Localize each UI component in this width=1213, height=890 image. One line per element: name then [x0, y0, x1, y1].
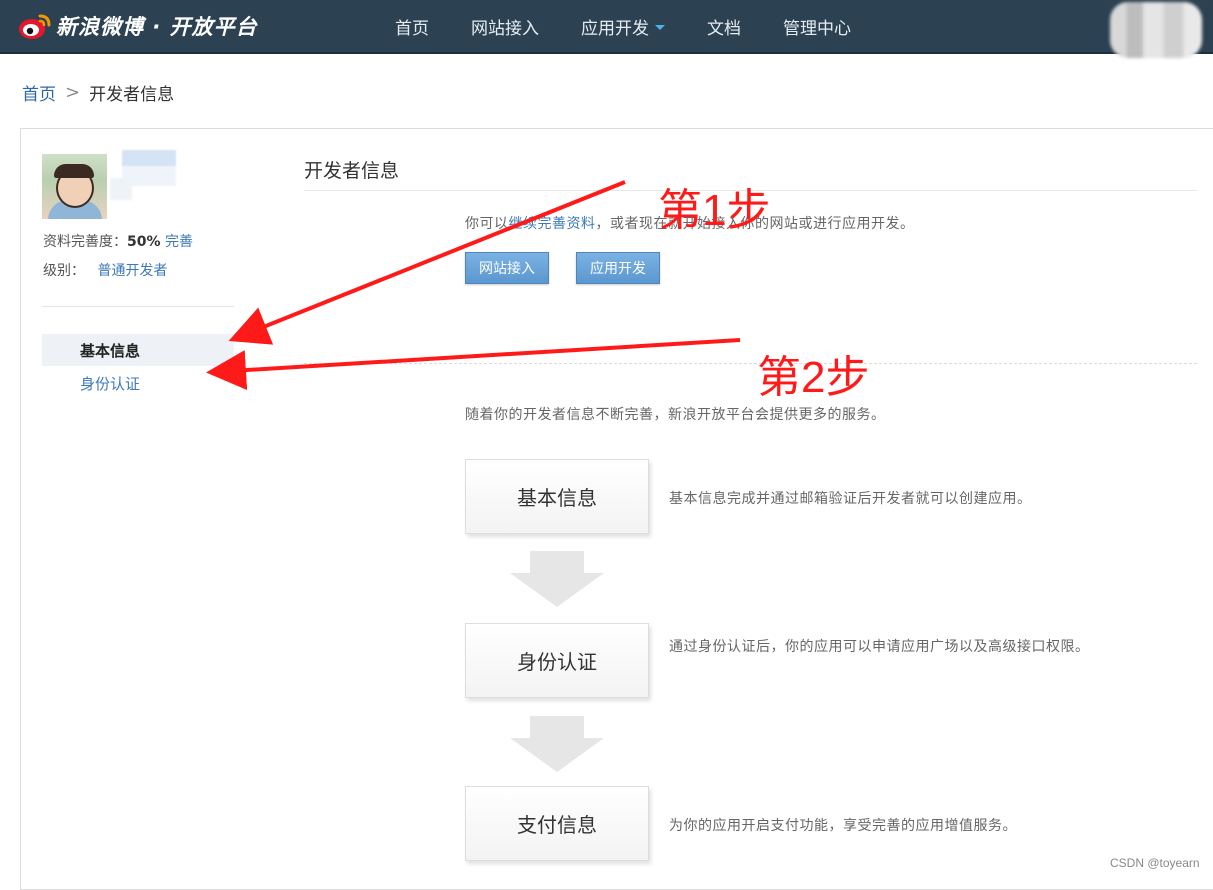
breadcrumb-home[interactable]: 首页	[22, 80, 56, 105]
step-basic-info: 基本信息	[465, 459, 649, 534]
sidebar-item-identity-verification[interactable]: 身份认证	[42, 367, 234, 399]
nav-home[interactable]: 首页	[395, 14, 429, 39]
avatar-hair	[54, 164, 94, 178]
main-nav: 首页 网站接入 应用开发 文档 管理中心	[395, 0, 893, 52]
nav-docs[interactable]: 文档	[707, 14, 741, 39]
down-arrow-icon	[510, 716, 604, 772]
nav-app-development-label: 应用开发	[581, 18, 649, 39]
page-title: 开发者信息	[304, 160, 400, 182]
avatar[interactable]	[42, 154, 107, 219]
chevron-down-icon	[655, 25, 665, 30]
profile-level: 级别： 普通开发者	[43, 260, 167, 280]
level-value[interactable]: 普通开发者	[97, 263, 167, 279]
top-navigation-bar: 新浪微博 · 开放平台 首页 网站接入 应用开发 文档 管理中心	[0, 0, 1213, 58]
sidebar-divider	[42, 306, 234, 307]
intro-prefix: 你可以	[465, 216, 509, 232]
annotation-step2: 第2步	[757, 353, 870, 402]
nav-management-center[interactable]: 管理中心	[783, 14, 851, 39]
completeness-label: 资料完善度：	[43, 234, 127, 250]
app-development-button[interactable]: 应用开发	[576, 252, 660, 284]
annotation-step1: 第1步	[658, 186, 771, 235]
sidebar-item-basic-info[interactable]: 基本信息	[42, 334, 234, 366]
website-access-button[interactable]: 网站接入	[465, 252, 549, 284]
continue-profile-link[interactable]: 继续完善资料	[509, 216, 596, 232]
nav-website-access[interactable]: 网站接入	[471, 14, 539, 39]
brand-text: 新浪微博 · 开放平台	[56, 15, 258, 39]
username-blurred-extra	[110, 178, 132, 200]
profile-completeness: 资料完善度：50% 完善	[43, 231, 193, 251]
watermark: CSDN @toyearn	[1110, 856, 1200, 870]
complete-profile-link[interactable]: 完善	[165, 234, 193, 250]
down-arrow-icon	[510, 551, 604, 607]
weibo-logo[interactable]: 新浪微博 · 开放平台	[18, 10, 258, 42]
breadcrumb: 首页 > 开发者信息	[22, 80, 174, 105]
step-identity-verification-desc: 通过身份认证后，你的应用可以申请应用广场以及高级接口权限。	[669, 639, 1090, 655]
breadcrumb-separator-icon: >	[65, 82, 81, 103]
section-divider	[304, 363, 1197, 364]
steps-intro-text: 随着你的开发者信息不断完善，新浪开放平台会提供更多的服务。	[465, 407, 886, 423]
step-basic-info-desc: 基本信息完成并通过邮箱验证后开发者就可以创建应用。	[669, 491, 1032, 507]
level-label: 级别：	[43, 263, 85, 279]
step-identity-verification: 身份认证	[465, 623, 649, 698]
step-payment-info-desc: 为你的应用开启支付功能，享受完善的应用增值服务。	[669, 818, 1017, 834]
completeness-value: 50%	[127, 234, 161, 250]
weibo-eye-icon	[18, 12, 52, 40]
nav-app-development[interactable]: 应用开发	[581, 14, 665, 39]
breadcrumb-current: 开发者信息	[89, 85, 175, 105]
user-menu-blurred[interactable]	[1110, 2, 1202, 58]
step-payment-info: 支付信息	[465, 786, 649, 861]
